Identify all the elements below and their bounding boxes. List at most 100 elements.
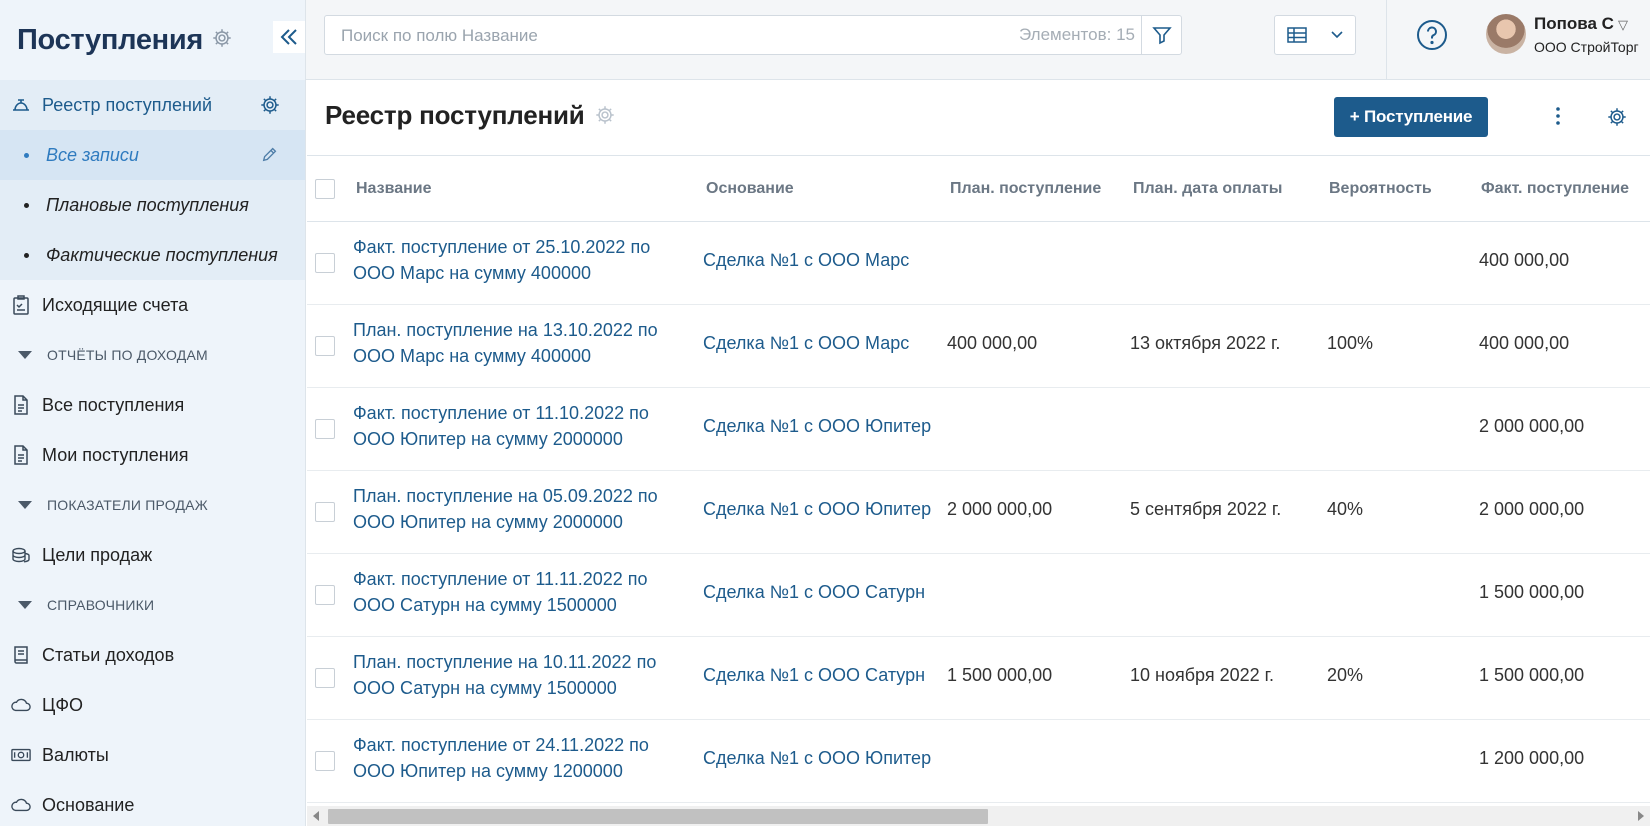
row-checkbox[interactable] bbox=[315, 751, 335, 771]
sidebar-item-currencies[interactable]: Валюты bbox=[0, 730, 305, 780]
caret-down-icon bbox=[18, 601, 32, 609]
actual-income: 1 500 000,00 bbox=[1479, 665, 1585, 685]
record-name-link[interactable]: Факт. поступление от 11.11.2022 по ООО С… bbox=[353, 566, 688, 618]
app-title: Поступления bbox=[17, 23, 204, 56]
section-sales-indicators[interactable]: ПОКАЗАТЕЛИ ПРОДАЖ bbox=[0, 480, 305, 530]
table-view-icon bbox=[1287, 27, 1307, 43]
edit-pencil-icon[interactable] bbox=[261, 145, 279, 168]
basis-link[interactable]: Сделка №1 с ООО Марс bbox=[703, 333, 909, 354]
more-vertical-icon[interactable] bbox=[1555, 105, 1561, 132]
table-row[interactable]: Факт. поступление от 25.10.2022 по ООО М… bbox=[307, 222, 1650, 305]
add-income-button[interactable]: + Поступление bbox=[1334, 97, 1488, 137]
planned-date: 10 ноября 2022 г. bbox=[1130, 665, 1274, 685]
record-name-link[interactable]: План. поступление на 05.09.2022 по ООО Ю… bbox=[353, 483, 688, 535]
column-header-planned-income[interactable]: План. поступление bbox=[950, 180, 1101, 198]
column-header-name[interactable]: Название bbox=[356, 180, 432, 198]
bullet bbox=[24, 252, 29, 258]
filter-icon bbox=[1151, 27, 1172, 45]
collapse-sidebar-button[interactable] bbox=[273, 21, 305, 53]
section-income-reports[interactable]: ОТЧЁТЫ ПО ДОХОДАМ bbox=[0, 330, 305, 380]
column-header-planned-date[interactable]: План. дата оплаты bbox=[1133, 180, 1282, 198]
sidebar: Поступления Реестр поступлений Все запис… bbox=[0, 0, 306, 826]
table-row[interactable]: Факт. поступление от 11.10.2022 по ООО Ю… bbox=[307, 388, 1650, 471]
sidebar-item-income-items[interactable]: Статьи доходов bbox=[0, 630, 305, 680]
sidebar-item-label: Исходящие счета bbox=[42, 294, 189, 315]
bullet bbox=[24, 152, 29, 158]
registry-icon bbox=[11, 95, 31, 115]
basis-link[interactable]: Сделка №1 с ООО Юпитер bbox=[703, 748, 931, 769]
avatar[interactable] bbox=[1486, 14, 1526, 54]
coins-stack-icon bbox=[11, 545, 31, 565]
caret-down-icon bbox=[18, 351, 32, 359]
cloud-icon bbox=[11, 695, 31, 715]
scrollbar-thumb[interactable] bbox=[328, 809, 988, 824]
sidebar-item-all-income[interactable]: Все поступления bbox=[0, 380, 305, 430]
table-settings-gear-icon[interactable] bbox=[1606, 106, 1628, 133]
app-settings-gear-icon[interactable] bbox=[211, 27, 233, 54]
filter-button[interactable] bbox=[1141, 16, 1181, 54]
search-input[interactable]: Поиск по полю Название bbox=[341, 26, 538, 46]
table-row[interactable]: Факт. поступление от 11.11.2022 по ООО С… bbox=[307, 554, 1650, 637]
view-selector[interactable] bbox=[1274, 15, 1356, 55]
column-header-probability[interactable]: Вероятность bbox=[1329, 180, 1432, 198]
sidebar-item-registry[interactable]: Реестр поступлений bbox=[0, 80, 305, 130]
planned-income: 400 000,00 bbox=[947, 333, 1038, 353]
select-all-checkbox[interactable] bbox=[315, 179, 335, 199]
record-name-link[interactable]: План. поступление на 13.10.2022 по ООО М… bbox=[353, 317, 688, 369]
record-name-link[interactable]: Факт. поступление от 24.11.2022 по ООО Ю… bbox=[353, 732, 688, 784]
banknote-icon bbox=[11, 745, 31, 765]
basis-link[interactable]: Сделка №1 с ООО Юпитер bbox=[703, 416, 931, 437]
sidebar-item-label: Реестр поступлений bbox=[42, 94, 213, 115]
record-name-link[interactable]: Факт. поступление от 11.10.2022 по ООО Ю… bbox=[353, 400, 688, 452]
sidebar-item-sales-goals[interactable]: Цели продаж bbox=[0, 530, 305, 580]
actual-income: 400 000,00 bbox=[1479, 250, 1570, 270]
user-menu[interactable]: Попова С ▽ bbox=[1534, 14, 1628, 34]
table-row[interactable]: План. поступление на 05.09.2022 по ООО Ю… bbox=[307, 471, 1650, 554]
basis-link[interactable]: Сделка №1 с ООО Марс bbox=[703, 250, 909, 271]
row-checkbox[interactable] bbox=[315, 668, 335, 688]
planned-date: 5 сентября 2022 г. bbox=[1130, 499, 1282, 519]
row-checkbox[interactable] bbox=[315, 253, 335, 273]
section-label: ПОКАЗАТЕЛИ ПРОДАЖ bbox=[47, 497, 208, 513]
planned-income: 1 500 000,00 bbox=[947, 665, 1053, 685]
row-checkbox[interactable] bbox=[315, 502, 335, 522]
search-box[interactable]: Поиск по полю Название Элементов: 15 bbox=[324, 15, 1182, 55]
help-icon[interactable] bbox=[1416, 19, 1448, 56]
actual-income: 1 500 000,00 bbox=[1479, 582, 1585, 602]
table-row[interactable]: План. поступление на 10.11.2022 по ООО С… bbox=[307, 637, 1650, 720]
sidebar-item-label: Валюты bbox=[42, 744, 109, 765]
scroll-right-arrow-icon[interactable] bbox=[1638, 811, 1644, 821]
sidebar-header: Поступления bbox=[0, 0, 305, 80]
actual-income: 400 000,00 bbox=[1479, 333, 1570, 353]
registry-settings-gear-icon[interactable] bbox=[259, 94, 281, 121]
row-checkbox[interactable] bbox=[315, 585, 335, 605]
sidebar-sub-planned[interactable]: Плановые поступления bbox=[0, 180, 305, 230]
sidebar-item-outgoing-invoices[interactable]: Исходящие счета bbox=[0, 280, 305, 330]
scroll-left-arrow-icon[interactable] bbox=[313, 811, 319, 821]
user-name: Попова С bbox=[1534, 14, 1614, 33]
table-header: Название Основание План. поступление Пла… bbox=[307, 155, 1650, 222]
sidebar-item-basis[interactable]: Основание bbox=[0, 780, 305, 826]
horizontal-scrollbar[interactable] bbox=[307, 806, 1650, 826]
sidebar-sub-actual[interactable]: Фактические поступления bbox=[0, 230, 305, 280]
records-table: Название Основание План. поступление Пла… bbox=[307, 155, 1650, 803]
table-row[interactable]: Факт. поступление от 24.11.2022 по ООО Ю… bbox=[307, 720, 1650, 803]
column-header-actual-income[interactable]: Факт. поступление bbox=[1481, 180, 1629, 198]
basis-link[interactable]: Сделка №1 с ООО Сатурн bbox=[703, 665, 925, 686]
basis-link[interactable]: Сделка №1 с ООО Сатурн bbox=[703, 582, 925, 603]
row-checkbox[interactable] bbox=[315, 336, 335, 356]
record-name-link[interactable]: План. поступление на 10.11.2022 по ООО С… bbox=[353, 649, 688, 701]
sidebar-item-my-income[interactable]: Мои поступления bbox=[0, 430, 305, 480]
sidebar-sub-all-records[interactable]: Все записи bbox=[0, 130, 305, 180]
actual-income: 1 200 000,00 bbox=[1479, 748, 1585, 768]
sidebar-item-label: Цели продаж bbox=[42, 544, 153, 565]
topbar: Поиск по полю Название Элементов: 15 Поп… bbox=[306, 0, 1650, 80]
basis-link[interactable]: Сделка №1 с ООО Юпитер bbox=[703, 499, 931, 520]
column-header-basis[interactable]: Основание bbox=[706, 180, 794, 198]
section-references[interactable]: СПРАВОЧНИКИ bbox=[0, 580, 305, 630]
row-checkbox[interactable] bbox=[315, 419, 335, 439]
sidebar-item-cfo[interactable]: ЦФО bbox=[0, 680, 305, 730]
title-settings-gear-icon[interactable] bbox=[594, 104, 616, 131]
record-name-link[interactable]: Факт. поступление от 25.10.2022 по ООО М… bbox=[353, 234, 688, 286]
table-row[interactable]: План. поступление на 13.10.2022 по ООО М… bbox=[307, 305, 1650, 388]
